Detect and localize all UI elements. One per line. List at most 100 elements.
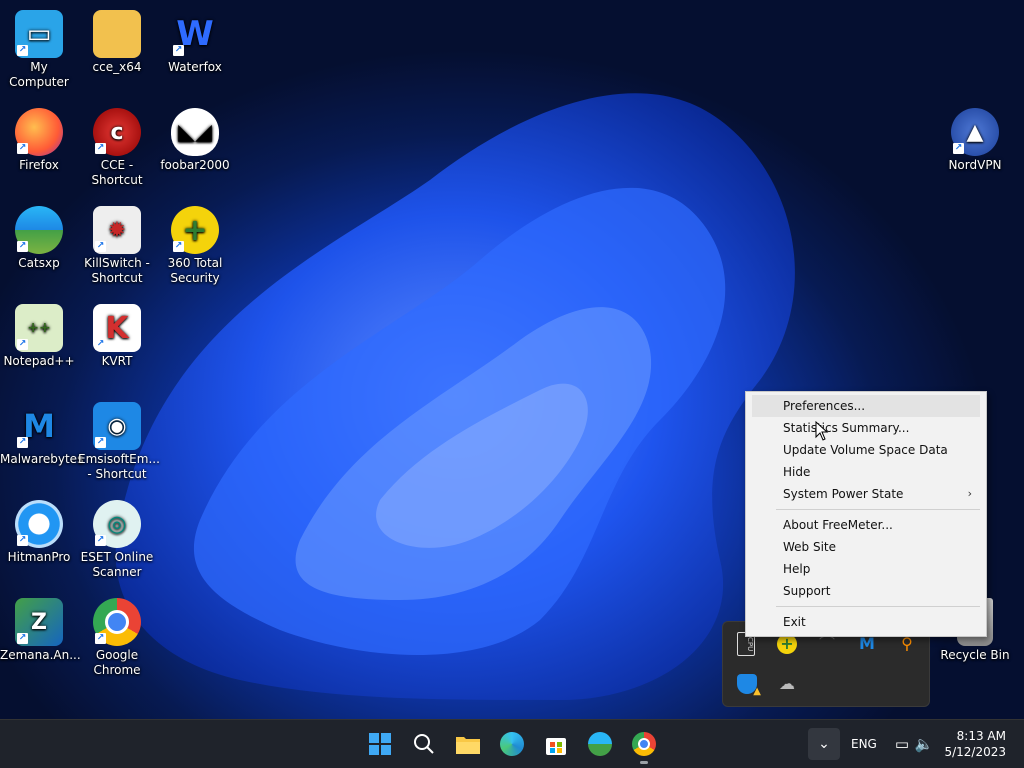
shortcut-arrow-icon: ↗ <box>95 241 106 252</box>
desktop-icon-my-computer[interactable]: ▭ ↗ My Computer <box>0 10 78 90</box>
cloud-offline-icon[interactable]: ☁ <box>777 674 797 694</box>
shortcut-arrow-icon: ↗ <box>953 143 964 154</box>
menu-item-system-power-state[interactable]: System Power State › <box>746 483 986 505</box>
icon-label: foobar2000 <box>160 158 230 172</box>
chrome-icon: ↗ <box>93 598 141 646</box>
desktop-icon-zemana[interactable]: Z ↗ Zemana.An... <box>0 598 81 663</box>
killswitch-icon: ✹ ↗ <box>93 206 141 254</box>
menu-separator <box>776 606 980 607</box>
icon-label: Notepad++ <box>3 354 75 368</box>
shortcut-arrow-icon: ↗ <box>17 437 28 448</box>
foobar2000-icon: ◣◢ <box>171 108 219 156</box>
store-icon <box>546 738 566 755</box>
desktop-icon-google-chrome[interactable]: ↗ Google Chrome <box>78 598 156 678</box>
malwarebytes-tray-icon[interactable]: M <box>857 634 877 654</box>
clock-date: 5/12/2023 <box>944 745 1006 759</box>
desktop-icon-firefox[interactable]: ↗ Firefox <box>0 108 78 173</box>
desktop-icon-catsxp[interactable]: ↗ Catsxp <box>0 206 78 271</box>
eset-scanner-icon: ◎ ↗ <box>93 500 141 548</box>
start-button[interactable] <box>364 728 396 760</box>
icon-label: Zemana.An... <box>0 648 81 662</box>
windows-start-icon <box>369 733 391 755</box>
folder-icon <box>93 10 141 58</box>
shortcut-arrow-icon: ↗ <box>17 241 28 252</box>
catsxp-button[interactable] <box>584 728 616 760</box>
catsxp-icon: ↗ <box>15 206 63 254</box>
submenu-arrow-icon: › <box>967 487 972 500</box>
icon-label: ESET Online Scanner <box>80 550 154 579</box>
icon-label: Catsxp <box>18 256 60 270</box>
nordvpn-icon: ▲ ↗ <box>951 108 999 156</box>
shortcut-arrow-icon: ↗ <box>95 143 106 154</box>
running-indicator <box>640 761 648 764</box>
shortcut-arrow-icon: ↗ <box>95 535 106 546</box>
desktop-icon-nordvpn[interactable]: ▲ ↗ NordVPN <box>936 108 1014 173</box>
icon-label: 360 Total Security <box>167 256 223 285</box>
language-indicator[interactable]: ENG <box>851 737 877 751</box>
search-tray-icon[interactable]: ⚲ <box>897 634 917 654</box>
menu-item-label: Web Site <box>783 540 837 554</box>
desktop-icon-kvrt[interactable]: K ↗ KVRT <box>78 304 156 369</box>
store-button[interactable] <box>540 728 572 760</box>
desktop-icon-waterfox[interactable]: W ↗ Waterfox <box>156 10 234 75</box>
menu-item-statistics-summary[interactable]: Statistics Summary... <box>746 417 986 439</box>
menu-item-help[interactable]: Help <box>746 558 986 580</box>
menu-item-update-volume-space-data[interactable]: Update Volume Space Data <box>746 439 986 461</box>
desktop-icon-foobar2000[interactable]: ◣◢ foobar2000 <box>156 108 234 173</box>
kvrt-icon: K ↗ <box>93 304 141 352</box>
desktop-icon-cce-x64[interactable]: cce_x64 <box>78 10 156 75</box>
menu-item-label: Exit <box>783 615 806 629</box>
menu-item-label: About FreeMeter... <box>783 518 893 532</box>
volume-button[interactable]: 🔈 <box>908 728 940 760</box>
desktop-icon-emsisoft[interactable]: ◉ ↗ EmsisoftEm... - Shortcut <box>78 402 160 482</box>
menu-item-about-freemeter[interactable]: About FreeMeter... <box>746 514 986 536</box>
desktop-icon-cce-shortcut[interactable]: c ↗ CCE - Shortcut <box>78 108 156 188</box>
menu-item-support[interactable]: Support <box>746 580 986 602</box>
zemana-icon: Z ↗ <box>15 598 63 646</box>
desktop-icon-hitmanpro[interactable]: ↗ HitmanPro <box>0 500 78 565</box>
chevron-down-icon: ⌄ <box>818 736 830 752</box>
clock-time: 8:13 AM <box>956 729 1006 743</box>
icon-label: KillSwitch - Shortcut <box>84 256 150 285</box>
menu-item-label: Help <box>783 562 811 576</box>
cpu-meter-label: CPU <box>746 636 754 652</box>
edge-button[interactable] <box>496 728 528 760</box>
malwarebytes-icon: M ↗ <box>17 406 55 448</box>
hitmanpro-icon: ↗ <box>15 500 63 548</box>
menu-item-label: System Power State <box>783 487 904 501</box>
360-security-tray-icon[interactable]: + <box>777 634 797 654</box>
show-hidden-icons-button[interactable]: ⌄ <box>808 728 840 760</box>
search-button[interactable] <box>408 728 440 760</box>
desktop-icon-malwarebytes[interactable]: M ↗ Malwarebytes <box>0 402 84 467</box>
desktop-icon-360-total-security[interactable]: + ↗ 360 Total Security <box>156 206 234 286</box>
shortcut-arrow-icon: ↗ <box>17 143 28 154</box>
desktop-icon-notepadpp[interactable]: ++ ↗ Notepad++ <box>0 304 78 369</box>
menu-item-web-site[interactable]: Web Site <box>746 536 986 558</box>
menu-item-preferences[interactable]: Preferences... <box>752 395 980 417</box>
shortcut-arrow-icon: ↗ <box>17 339 28 350</box>
desktop-icon-eset-online-scanner[interactable]: ◎ ↗ ESET Online Scanner <box>78 500 156 580</box>
chrome-button[interactable] <box>628 728 660 764</box>
desktop-icon-killswitch[interactable]: ✹ ↗ KillSwitch - Shortcut <box>78 206 156 286</box>
icon-label: EmsisoftEm... - Shortcut <box>78 452 160 481</box>
shortcut-arrow-icon: ↗ <box>173 241 184 252</box>
system-clock[interactable]: 8:13 AM 5/12/2023 <box>944 728 1006 760</box>
menu-item-label: Update Volume Space Data <box>783 443 948 457</box>
firefox-icon: ↗ <box>15 108 63 156</box>
speaker-icon: 🔈 <box>914 735 934 753</box>
icon-label: NordVPN <box>948 158 1002 172</box>
menu-item-hide[interactable]: Hide <box>746 461 986 483</box>
icon-label: CCE - Shortcut <box>91 158 143 187</box>
defender-warning-icon[interactable]: ▲ <box>737 674 761 697</box>
menu-item-exit[interactable]: Exit <box>746 611 986 633</box>
icon-label: Google Chrome <box>93 648 141 677</box>
icon-label: Malwarebytes <box>0 452 84 466</box>
nordvpn-tray-icon[interactable]: ⌒ <box>817 634 837 654</box>
notepadpp-icon: ++ ↗ <box>15 304 63 352</box>
menu-item-label: Hide <box>783 465 811 479</box>
file-explorer-icon <box>456 737 480 754</box>
icon-label: HitmanPro <box>7 550 71 564</box>
file-explorer-button[interactable] <box>452 728 484 760</box>
shortcut-arrow-icon: ↗ <box>17 535 28 546</box>
search-icon <box>414 734 434 754</box>
